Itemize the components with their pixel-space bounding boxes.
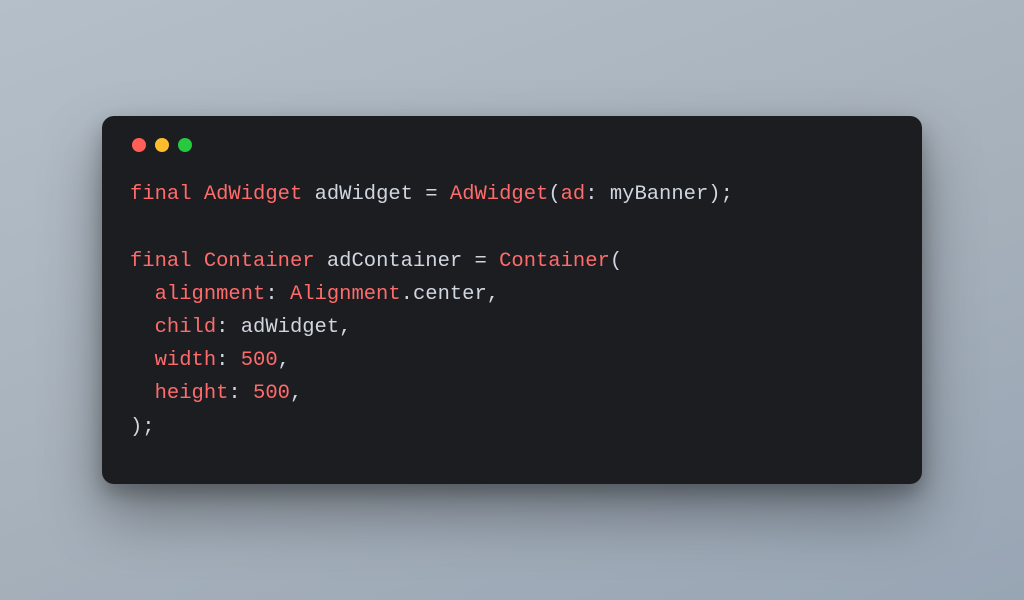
code-token xyxy=(302,183,314,206)
code-token: adContainer xyxy=(327,250,462,273)
code-line: ); xyxy=(130,416,155,439)
code-token: adWidget xyxy=(241,316,339,339)
code-token: = xyxy=(462,250,499,273)
code-block: final AdWidget adWidget = AdWidget(ad: m… xyxy=(130,178,894,444)
code-token xyxy=(130,316,155,339)
code-token: ( xyxy=(548,183,560,206)
code-token: : xyxy=(265,283,290,306)
code-token: AdWidget xyxy=(450,183,548,206)
code-token: adWidget xyxy=(315,183,413,206)
code-line: alignment: Alignment.center, xyxy=(130,283,499,306)
code-token: myBanner xyxy=(610,183,708,206)
code-token: , xyxy=(339,316,351,339)
code-token: Container xyxy=(204,250,315,273)
code-token: alignment xyxy=(155,283,266,306)
minimize-icon[interactable] xyxy=(155,138,169,152)
code-line: width: 500, xyxy=(130,349,290,372)
window-controls xyxy=(132,138,894,152)
code-token: : xyxy=(216,316,241,339)
code-token: , xyxy=(487,283,499,306)
code-token: . xyxy=(401,283,413,306)
code-token: AdWidget xyxy=(204,183,302,206)
code-token: 500 xyxy=(241,349,278,372)
code-token: center xyxy=(413,283,487,306)
code-token: height xyxy=(155,382,229,405)
code-token: Alignment xyxy=(290,283,401,306)
zoom-icon[interactable] xyxy=(178,138,192,152)
code-token: width xyxy=(155,349,217,372)
code-token xyxy=(130,382,155,405)
code-line: child: adWidget, xyxy=(130,316,351,339)
code-line: height: 500, xyxy=(130,382,302,405)
code-line: final AdWidget adWidget = AdWidget(ad: m… xyxy=(130,183,733,206)
code-token: ); xyxy=(708,183,733,206)
code-token xyxy=(192,183,204,206)
code-token xyxy=(130,349,155,372)
code-token: : xyxy=(585,183,610,206)
code-window: final AdWidget adWidget = AdWidget(ad: m… xyxy=(102,116,922,484)
code-token: ); xyxy=(130,416,155,439)
code-token: final xyxy=(130,183,192,206)
code-token: : xyxy=(228,382,253,405)
code-token xyxy=(315,250,327,273)
code-token: child xyxy=(155,316,217,339)
code-token xyxy=(192,250,204,273)
code-line: final Container adContainer = Container( xyxy=(130,250,622,273)
code-token: , xyxy=(278,349,290,372)
code-token: 500 xyxy=(253,382,290,405)
code-token: final xyxy=(130,250,192,273)
code-token: : xyxy=(216,349,241,372)
code-token: , xyxy=(290,382,302,405)
code-token xyxy=(130,283,155,306)
code-token: Container xyxy=(499,250,610,273)
code-token: ad xyxy=(561,183,586,206)
code-token: = xyxy=(413,183,450,206)
code-token: ( xyxy=(610,250,622,273)
close-icon[interactable] xyxy=(132,138,146,152)
